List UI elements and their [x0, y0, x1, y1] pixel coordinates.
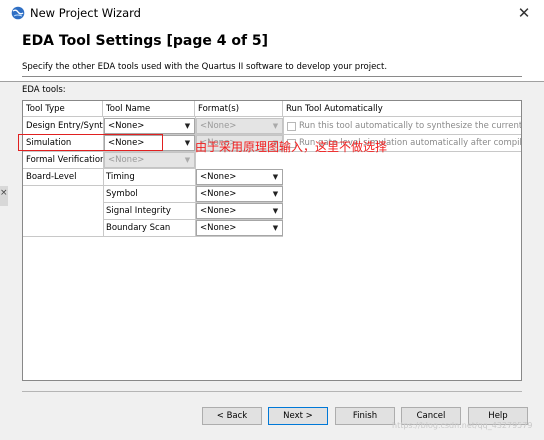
annotation-highlight-box: [18, 134, 163, 151]
format-select-signal-integrity[interactable]: <None> ▼: [196, 203, 283, 219]
column-header-run-tool[interactable]: Run Tool Automatically: [283, 101, 521, 117]
format-select-symbol[interactable]: <None> ▼: [196, 186, 283, 202]
footer-separator: [22, 391, 522, 392]
select-value: <None>: [200, 206, 237, 216]
chevron-down-icon: ▼: [272, 173, 279, 181]
tool-name-boundary-scan[interactable]: Boundary Scan: [103, 220, 195, 237]
header-separator: [22, 76, 522, 77]
tool-type-design-entry[interactable]: Design Entry/Synt...: [23, 118, 103, 135]
tool-name-timing[interactable]: Timing: [103, 169, 195, 186]
format-select-design-entry: <None> ▼: [196, 118, 283, 134]
back-button[interactable]: < Back: [202, 407, 262, 425]
chevron-down-icon: ▼: [272, 224, 279, 232]
format-select-boundary-scan[interactable]: <None> ▼: [196, 220, 283, 236]
tool-type-formal-verification[interactable]: Formal Verification: [23, 152, 103, 169]
tool-name-select-design-entry[interactable]: <None> ▼: [104, 118, 195, 134]
close-icon[interactable]: ✕: [514, 3, 534, 23]
chevron-down-icon: ▼: [184, 122, 191, 130]
window-title: New Project Wizard: [30, 6, 141, 20]
next-button[interactable]: Next >: [268, 407, 328, 425]
eda-tools-label: EDA tools:: [22, 85, 66, 95]
chevron-down-icon: ▼: [272, 207, 279, 215]
column-header-tool-name[interactable]: Tool Name: [103, 101, 195, 117]
run-automatically-text-design-entry: Run this tool automatically to synthesiz…: [299, 121, 522, 131]
chevron-down-icon: ▼: [272, 190, 279, 198]
format-select-timing[interactable]: <None> ▼: [196, 169, 283, 185]
select-value: <None>: [200, 121, 237, 131]
column-header-tool-type[interactable]: Tool Type: [23, 101, 103, 117]
tool-name-signal-integrity[interactable]: Signal Integrity: [103, 203, 195, 220]
select-value: <None>: [200, 223, 237, 233]
tool-name-symbol[interactable]: Symbol: [103, 186, 195, 203]
page-description: Specify the other EDA tools used with th…: [22, 62, 388, 72]
quartus-globe-icon: [11, 6, 25, 20]
page-title: EDA Tool Settings [page 4 of 5]: [22, 33, 269, 49]
chevron-down-icon: ▼: [184, 156, 191, 164]
select-value: <None>: [200, 172, 237, 182]
chevron-down-icon: ▼: [184, 139, 191, 147]
background-window-fragment-x: ×: [0, 188, 8, 198]
run-automatically-checkbox-design-entry: [287, 122, 296, 131]
select-value: <None>: [200, 189, 237, 199]
select-value: <None>: [108, 155, 145, 165]
finish-button[interactable]: Finish: [335, 407, 395, 425]
chevron-down-icon: ▼: [272, 122, 279, 130]
tool-type-board-level[interactable]: Board-Level: [23, 169, 103, 186]
column-header-formats[interactable]: Format(s): [195, 101, 283, 117]
annotation-text: 由于采用原理图输入，这里不做选择: [195, 140, 388, 154]
tool-name-select-formal-verification: <None> ▼: [104, 152, 195, 168]
watermark: https://blog.csdn.net/qq_43279579: [392, 421, 533, 430]
select-value: <None>: [108, 121, 145, 131]
